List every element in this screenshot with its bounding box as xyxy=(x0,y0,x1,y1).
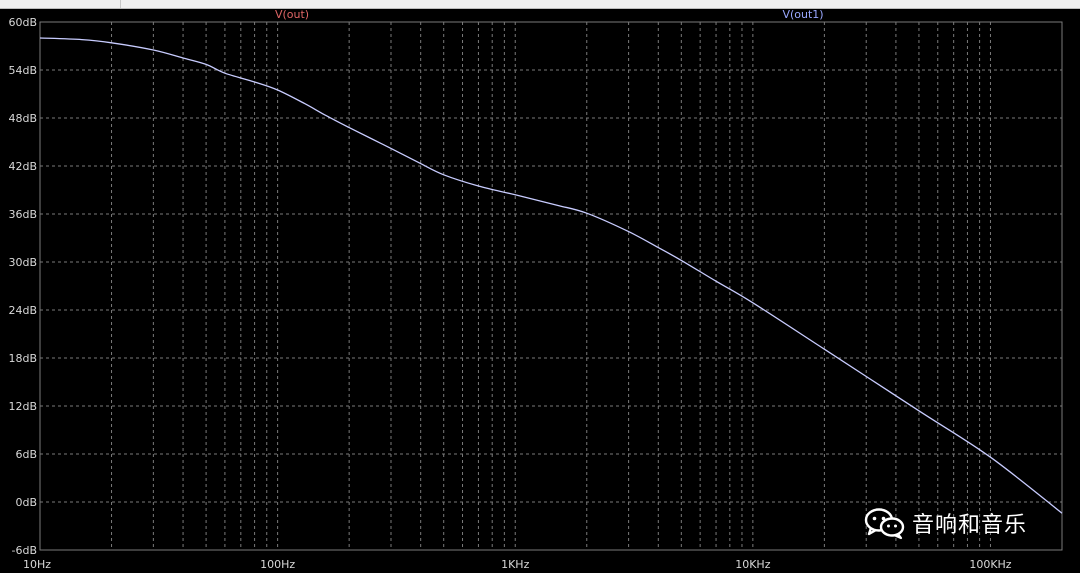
watermark: 音响和音乐 xyxy=(864,505,1027,541)
plot-border xyxy=(39,21,1063,551)
legend-entry: V(out1) xyxy=(782,8,823,21)
bode-plot: 60dB 54dB 48dB 42dB 36dB 30dB 24dB 18dB 12dB 6dB 0… xyxy=(8,8,1063,571)
trace-layer xyxy=(39,37,1063,514)
x-tick-label: 10KHz xyxy=(735,558,770,571)
y-tick-label: 30dB xyxy=(8,256,37,269)
y-tick-label: 42dB xyxy=(8,160,37,173)
y-tick-label: 6dB xyxy=(15,448,37,461)
x-tick-label: 100KHz xyxy=(969,558,1011,571)
y-tick-label: 60dB xyxy=(8,16,37,29)
y-tick-label: 12dB xyxy=(8,400,37,413)
x-axis-tick-labels: 10Hz 100Hz 1KHz 10KHz 100KHz xyxy=(23,558,1012,571)
watermark-text: 音响和音乐 xyxy=(912,513,1028,538)
grid-layer xyxy=(39,21,1063,551)
y-tick-label: 36dB xyxy=(8,208,37,221)
y-tick-label: 48dB xyxy=(8,112,37,125)
legend-entry: V(out) xyxy=(275,8,309,21)
y-tick-label: 54dB xyxy=(8,64,37,77)
y-tick-label: 18dB xyxy=(8,352,37,365)
x-tick-label: 1KHz xyxy=(501,558,529,571)
x-tick-label: 100Hz xyxy=(260,558,295,571)
y-tick-label: -6dB xyxy=(12,544,38,557)
trace-v-out1- xyxy=(39,37,1063,514)
y-tick-label: 24dB xyxy=(8,304,37,317)
legend: V(out) V(out1) xyxy=(275,8,824,21)
wechat-icon xyxy=(864,508,905,540)
x-tick-label: 10Hz xyxy=(23,558,51,571)
y-tick-label: 0dB xyxy=(15,496,37,509)
y-axis-tick-labels: 60dB 54dB 48dB 42dB 36dB 30dB 24dB 18dB 12dB 6dB 0… xyxy=(8,16,37,557)
